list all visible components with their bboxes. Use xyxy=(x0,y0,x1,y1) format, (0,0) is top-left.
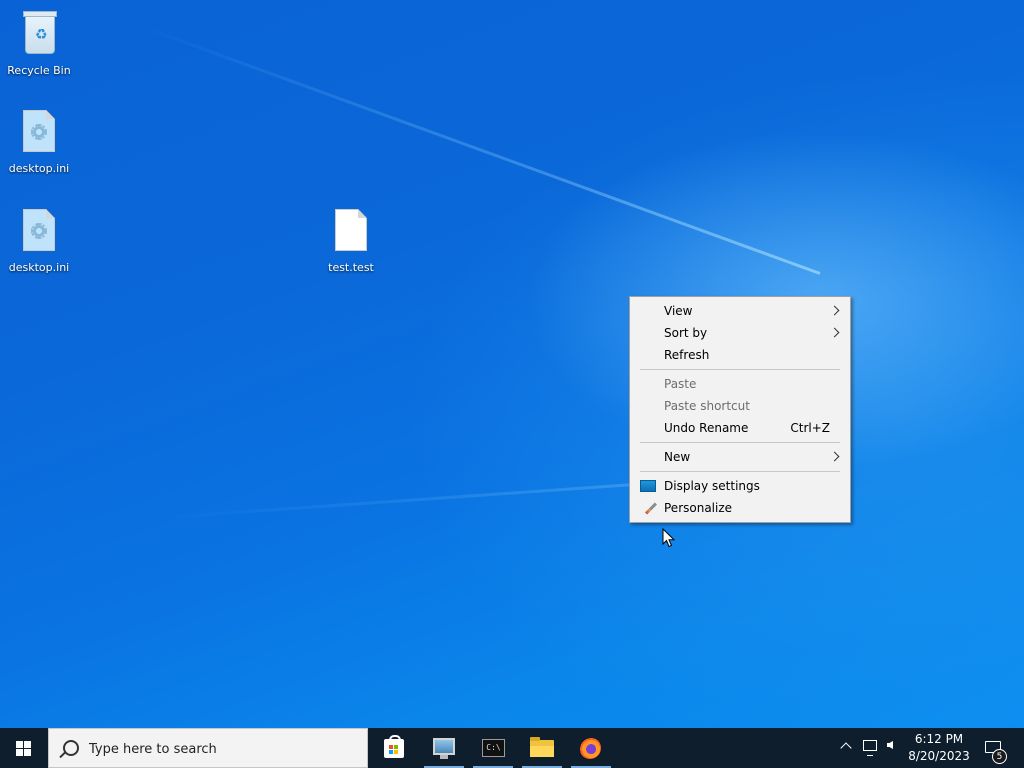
menu-item-undo-rename[interactable]: Undo Rename Ctrl+Z xyxy=(630,417,850,439)
action-center-button[interactable]: 5 xyxy=(980,728,1020,768)
search-input[interactable] xyxy=(87,735,361,763)
light-beam xyxy=(142,25,821,275)
menu-item-sort-by[interactable]: Sort by xyxy=(630,322,850,344)
store-icon xyxy=(384,735,404,758)
taskbar-app-microsoft-store[interactable] xyxy=(370,728,418,768)
taskbar-app-command-prompt[interactable]: C:\ xyxy=(469,728,517,768)
desktop[interactable]: ♻ Recycle Bin desktop.ini desktop.ini te… xyxy=(0,0,1024,728)
windows-logo-icon xyxy=(16,741,32,756)
taskbar-app-firefox[interactable] xyxy=(567,728,615,768)
desktop-context-menu: View Sort by Refresh Paste Paste shortcu… xyxy=(629,296,851,523)
taskbar-app-remote-desktop[interactable] xyxy=(420,728,468,768)
menu-item-label: Paste xyxy=(664,377,697,391)
monitor-icon xyxy=(640,480,656,492)
menu-separator xyxy=(640,369,840,370)
settings-file-icon xyxy=(19,108,59,156)
remote-desktop-icon xyxy=(433,738,455,759)
notification-count-badge: 5 xyxy=(992,749,1007,764)
taskbar-app-file-explorer[interactable] xyxy=(518,728,566,768)
command-prompt-icon: C:\ xyxy=(482,739,505,757)
clock-time: 6:12 PM xyxy=(914,732,964,746)
menu-item-label: Undo Rename xyxy=(664,421,749,435)
menu-item-label: Refresh xyxy=(664,348,710,362)
show-hidden-icons-button[interactable] xyxy=(834,728,858,768)
desktop-icon-desktop-ini[interactable]: desktop.ini xyxy=(0,108,78,175)
desktop-icon-recycle-bin[interactable]: ♻ Recycle Bin xyxy=(0,10,78,77)
network-status-button[interactable] xyxy=(858,728,882,768)
blank-file-icon xyxy=(331,207,371,255)
settings-file-icon xyxy=(19,207,59,255)
menu-separator xyxy=(640,442,840,443)
desktop-icon-test-test[interactable]: test.test xyxy=(312,207,390,274)
menu-item-label: Sort by xyxy=(664,326,708,340)
menu-item-paste-shortcut[interactable]: Paste shortcut xyxy=(630,395,850,417)
menu-item-label: Personalize xyxy=(664,501,733,515)
menu-item-label: Display settings xyxy=(664,479,760,493)
volume-icon xyxy=(887,741,893,749)
menu-item-personalize[interactable]: Personalize xyxy=(630,497,850,519)
menu-item-view[interactable]: View xyxy=(630,300,850,322)
chevron-right-icon xyxy=(829,451,840,462)
menu-item-shortcut: Ctrl+Z xyxy=(790,421,830,435)
network-icon xyxy=(863,740,877,756)
paintbrush-icon xyxy=(640,502,656,514)
desktop-icon-label: Recycle Bin xyxy=(7,64,71,77)
chevron-right-icon xyxy=(829,327,840,338)
menu-item-label: New xyxy=(664,450,691,464)
start-button[interactable] xyxy=(0,728,48,768)
menu-separator xyxy=(640,471,840,472)
menu-item-new[interactable]: New xyxy=(630,446,850,468)
menu-item-refresh[interactable]: Refresh xyxy=(630,344,850,366)
folder-icon xyxy=(530,737,554,757)
desktop-icon-label: desktop.ini xyxy=(8,162,70,175)
menu-item-display-settings[interactable]: Display settings xyxy=(630,475,850,497)
chevron-up-icon xyxy=(840,742,852,754)
clock-date: 8/20/2023 xyxy=(908,749,970,763)
taskbar: C:\ 6:12 PM 8/20/2023 5 xyxy=(0,728,1024,768)
desktop-icon-label: desktop.ini xyxy=(8,261,70,274)
mouse-cursor-icon xyxy=(662,528,676,548)
taskbar-clock[interactable]: 6:12 PM 8/20/2023 xyxy=(906,731,972,765)
menu-item-paste[interactable]: Paste xyxy=(630,373,850,395)
firefox-icon xyxy=(579,737,601,759)
desktop-icon-desktop-ini[interactable]: desktop.ini xyxy=(0,207,78,274)
volume-button[interactable] xyxy=(882,728,906,768)
taskbar-search-box[interactable] xyxy=(48,728,368,768)
search-icon xyxy=(63,740,79,756)
recycle-bin-icon: ♻ xyxy=(19,10,59,58)
chevron-right-icon xyxy=(829,305,840,316)
menu-item-label: View xyxy=(664,304,693,318)
menu-item-label: Paste shortcut xyxy=(664,399,750,413)
desktop-icon-label: test.test xyxy=(328,261,374,274)
